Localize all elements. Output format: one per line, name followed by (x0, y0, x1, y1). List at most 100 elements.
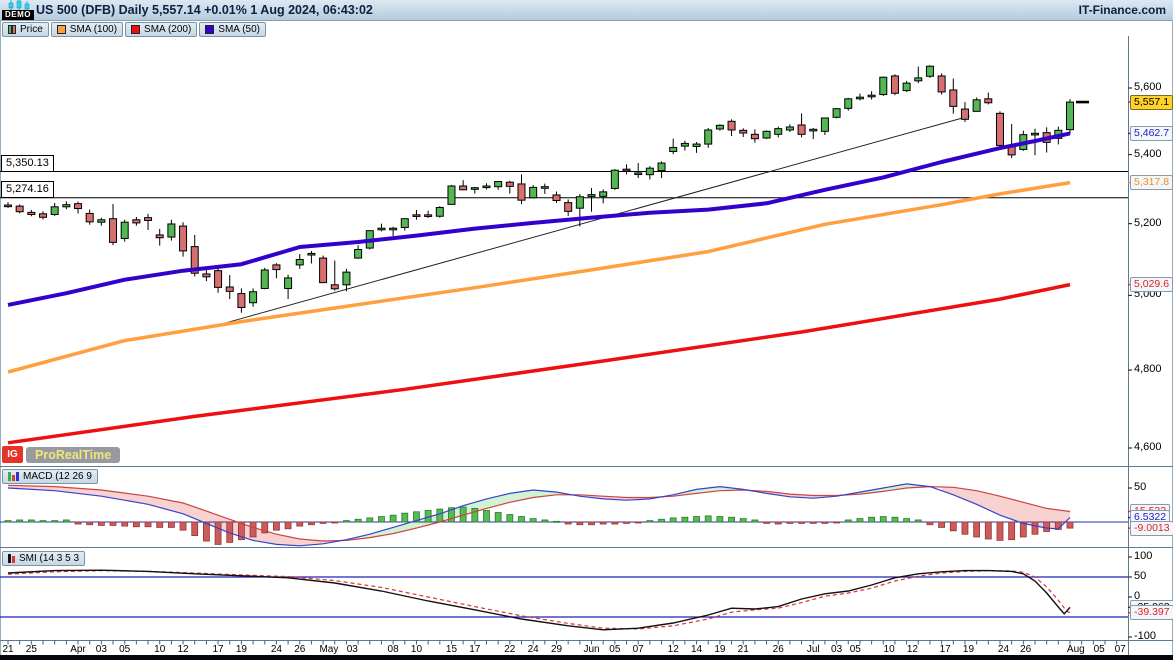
candle (740, 128, 747, 137)
x-axis-label: 25 (26, 644, 37, 655)
horizontal-level-label[interactable]: 5,274.16 (1, 181, 54, 198)
candle (821, 118, 828, 135)
candle (658, 161, 665, 178)
candle (28, 210, 35, 216)
x-axis-label: 24 (998, 644, 1009, 655)
horizontal-level-label[interactable]: 5,350.13 (1, 155, 54, 172)
candle (845, 98, 852, 111)
legend-label: SMA (100) (70, 24, 117, 35)
candle (1066, 99, 1073, 134)
candle (693, 142, 700, 153)
candle (331, 261, 338, 291)
macd-histogram-bar (565, 522, 571, 524)
legend-chip-price[interactable]: Price (2, 22, 49, 37)
candle (355, 245, 362, 259)
candle (296, 254, 303, 269)
macd-histogram-bar (892, 517, 898, 522)
x-axis-label: 24 (271, 644, 282, 655)
macd-histogram-bar (495, 512, 501, 522)
macd-histogram-bar (110, 522, 116, 525)
smi-axis-label: 50 (1134, 570, 1146, 582)
macd-histogram-bar (810, 522, 816, 523)
macd-histogram-bar (752, 520, 758, 522)
x-axis-label: 05 (850, 644, 861, 655)
candle (903, 81, 910, 92)
demo-badge: DEMO (2, 10, 34, 20)
macd-indicator-chip[interactable]: MACD (12 26 9 (2, 469, 98, 484)
macd-histogram-bar (52, 521, 58, 522)
macd-histogram-bar (308, 522, 314, 525)
candle (483, 183, 490, 189)
candle (180, 222, 187, 256)
candle (226, 275, 233, 299)
price-candles-icon (8, 25, 16, 34)
macd-histogram-bar (682, 517, 688, 522)
x-axis-label: Jun (583, 644, 599, 655)
x-axis-label: 08 (388, 644, 399, 655)
x-axis-label: 10 (884, 644, 895, 655)
candle (961, 102, 968, 122)
candle (285, 275, 292, 299)
candle (856, 94, 863, 101)
candle (996, 111, 1003, 148)
candle (16, 204, 23, 213)
macd-histogram-bar (705, 516, 711, 522)
candle (436, 206, 443, 218)
candle (121, 220, 128, 242)
candle (110, 204, 117, 245)
legend-chip-sma200[interactable]: SMA (200) (125, 22, 197, 37)
price-axis-label: 5,600 (1134, 81, 1162, 93)
candle (926, 65, 933, 78)
candle (985, 93, 992, 105)
macd-histogram-bar (273, 522, 279, 530)
x-axis-label: 17 (469, 644, 480, 655)
bottom-bar (0, 655, 1173, 660)
macd-histogram-bar (17, 520, 23, 522)
macd-histogram-bar (974, 522, 980, 537)
x-axis-label: 26 (1020, 644, 1031, 655)
candle (75, 202, 82, 214)
x-axis-label: 26 (773, 644, 784, 655)
macd-histogram-bar (250, 522, 256, 537)
candle (705, 128, 712, 148)
macd-histogram-bar (367, 518, 373, 522)
x-axis-label: 22 (504, 644, 515, 655)
candle (611, 169, 618, 190)
brand-link[interactable]: IT-Finance.com (1079, 0, 1166, 21)
x-axis-label: 03 (347, 644, 358, 655)
x-axis-label: 15 (446, 644, 457, 655)
candle (378, 224, 385, 232)
sma50-color-icon (205, 25, 214, 34)
candle (786, 124, 793, 132)
candle (250, 288, 257, 306)
macd-histogram-bar (75, 522, 81, 524)
candle (681, 141, 688, 151)
x-axis-label: 19 (236, 644, 247, 655)
macd-histogram-bar (122, 522, 128, 526)
candle (460, 180, 467, 190)
macd-histogram-bar (1067, 522, 1073, 528)
macd-histogram-bar (378, 517, 384, 522)
x-axis-label: May (319, 644, 338, 655)
candle (880, 77, 887, 96)
legend-chip-sma100[interactable]: SMA (100) (51, 22, 123, 37)
smi-indicator-chip[interactable]: SMI (14 3 5 3 (2, 551, 85, 566)
candle (751, 129, 758, 142)
macd-histogram-bar (624, 522, 630, 523)
candle (891, 74, 898, 95)
candle (51, 203, 58, 216)
price-pane (0, 65, 1128, 443)
macd-histogram-bar (320, 522, 326, 523)
legend-chip-sma50[interactable]: SMA (50) (199, 22, 266, 37)
chart-plot-area[interactable] (0, 36, 1173, 660)
macd-histogram-bar (437, 509, 443, 522)
x-axis-label: 03 (96, 644, 107, 655)
candle (238, 288, 245, 312)
macd-histogram-bar (390, 515, 396, 522)
candle (86, 210, 93, 225)
macd-histogram-bar (904, 519, 910, 522)
smi-signal-line (8, 571, 1070, 629)
candle (40, 211, 47, 219)
macd-histogram-bar (659, 519, 665, 522)
macd-histogram-bar (962, 522, 968, 534)
